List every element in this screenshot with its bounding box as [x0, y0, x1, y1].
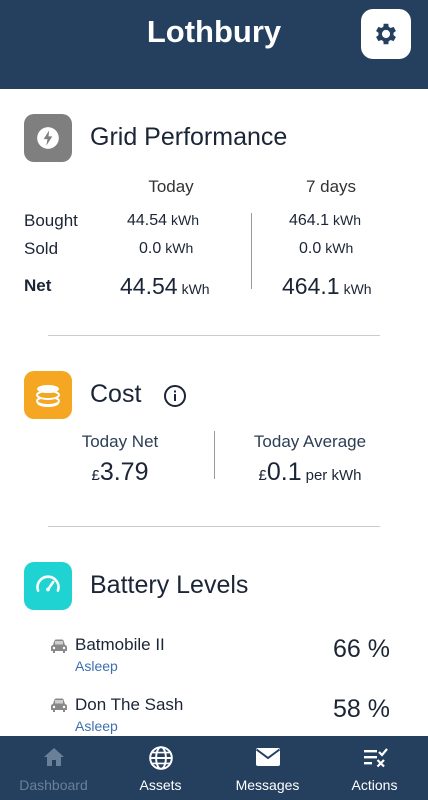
- battery-name: Batmobile II: [75, 635, 165, 654]
- bottom-nav: Dashboard Assets Messages Actions: [0, 736, 428, 800]
- cost-title: Cost: [90, 380, 142, 408]
- car-icon: [51, 698, 67, 712]
- today-average-value: £0.1 per kWh: [258, 458, 362, 486]
- section-divider: [48, 335, 380, 336]
- today-net-value: £3.79: [91, 458, 149, 486]
- home-icon: [43, 748, 64, 766]
- battery-status: Asleep: [75, 718, 118, 734]
- nav-messages[interactable]: Messages: [214, 736, 321, 800]
- battery-level: 66 %: [333, 635, 390, 663]
- net-label: Net: [24, 276, 52, 295]
- battery-name: Don The Sash: [75, 695, 184, 714]
- today-average-label: Today Average: [253, 432, 367, 451]
- grid-column-divider: [251, 213, 252, 289]
- sold-week-value: 0.0 kWh: [299, 240, 354, 257]
- lightning-icon: [24, 114, 72, 162]
- gauge-icon: [24, 562, 72, 610]
- col-today-header: Today: [148, 177, 194, 196]
- bought-today-value: 44.54 kWh: [127, 212, 200, 229]
- sold-today-value: 0.0 kWh: [139, 240, 194, 257]
- cost-column-divider: [214, 431, 215, 479]
- battery-level: 58 %: [333, 695, 390, 723]
- checklist-icon: [363, 748, 388, 768]
- bought-week-value: 464.1 kWh: [289, 212, 362, 229]
- nav-dashboard[interactable]: Dashboard: [0, 736, 107, 800]
- nav-actions[interactable]: Actions: [321, 736, 428, 800]
- car-icon: [51, 639, 67, 653]
- globe-icon: [148, 746, 173, 770]
- col-7days-header: 7 days: [305, 177, 357, 196]
- coins-icon: [24, 371, 72, 419]
- nav-label: Assets: [139, 777, 182, 793]
- info-icon[interactable]: [163, 384, 187, 408]
- nav-label: Dashboard: [19, 777, 88, 793]
- bought-label: Bought: [24, 211, 78, 230]
- nav-label: Messages: [235, 777, 300, 793]
- battery-status: Asleep: [75, 658, 118, 674]
- today-net-label: Today Net: [81, 432, 159, 451]
- gear-icon: [376, 23, 396, 45]
- settings-button[interactable]: [361, 9, 411, 59]
- envelope-icon: [255, 748, 280, 766]
- app-header: Lothbury: [0, 0, 428, 89]
- section-divider: [48, 526, 380, 527]
- grid-performance-title: Grid Performance: [90, 123, 288, 151]
- battery-levels-title: Battery Levels: [90, 571, 249, 599]
- nav-assets[interactable]: Assets: [107, 736, 214, 800]
- net-today-value: 44.54 kWh: [120, 273, 210, 299]
- sold-label: Sold: [24, 239, 59, 258]
- nav-label: Actions: [351, 777, 398, 793]
- net-week-value: 464.1 kWh: [282, 273, 372, 299]
